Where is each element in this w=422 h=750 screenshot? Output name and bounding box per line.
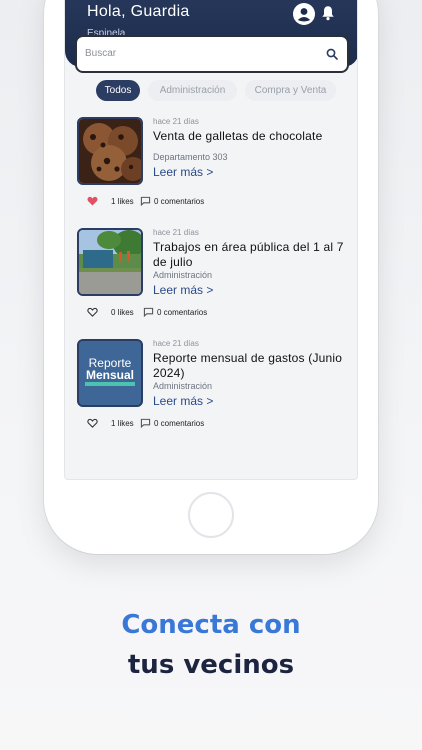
post-title[interactable]: Venta de galletas de chocolate	[153, 129, 347, 144]
comment-icon[interactable]	[140, 196, 151, 206]
filter-chip-todos[interactable]: Todos	[96, 80, 140, 101]
search-icon[interactable]	[326, 48, 338, 60]
comment-icon[interactable]	[140, 418, 151, 428]
heart-filled-icon[interactable]	[87, 196, 98, 206]
post-reactions: 1 likes 0 comentarios	[87, 196, 247, 208]
home-button[interactable]	[188, 492, 234, 538]
post-title[interactable]: Trabajos en área pública del 1 al 7 de j…	[153, 240, 347, 270]
post-category: Departamento 303	[153, 152, 228, 162]
image-text-mensual: Mensual	[86, 368, 134, 382]
notification-bell-icon[interactable]	[321, 5, 337, 23]
post-category: Administración	[153, 381, 213, 391]
post-image-public-area	[77, 228, 143, 296]
phone-frame: Hola, Guardia Espinela Buscar Todos Admi…	[44, 0, 378, 554]
search-placeholder: Buscar	[85, 48, 117, 59]
comments-count: 0 comentarios	[154, 419, 205, 428]
read-more-link[interactable]: Leer más >	[153, 283, 213, 297]
likes-count: 1 likes	[111, 197, 134, 206]
post-card[interactable]: hace 21 días Trabajos en área pública de…	[77, 228, 347, 338]
search-input[interactable]: Buscar	[75, 35, 349, 73]
post-title[interactable]: Reporte mensual de gastos (Junio 2024)	[153, 351, 347, 381]
filter-chip-compra-venta[interactable]: Compra y Venta	[245, 80, 336, 101]
post-image-reporte-mensual: Reporte Mensual	[77, 339, 143, 407]
likes-count: 1 likes	[111, 419, 134, 428]
filter-chip-administracion[interactable]: Administración	[148, 80, 237, 101]
tagline-line2: tus vecinos	[127, 650, 295, 680]
post-reactions: 0 likes 0 comentarios	[87, 307, 247, 319]
comments-count: 0 comentarios	[157, 308, 208, 317]
read-more-link[interactable]: Leer más >	[153, 394, 213, 408]
app-screen: Hola, Guardia Espinela Buscar Todos Admi…	[64, 0, 358, 480]
comments-count: 0 comentarios	[154, 197, 205, 206]
heart-outline-icon[interactable]	[87, 418, 98, 428]
tagline-line1: Conecta con	[121, 610, 301, 640]
filter-chips: Todos Administración Compra y Venta	[65, 80, 357, 102]
post-card[interactable]: hace 21 días Venta de galletas de chocol…	[77, 117, 347, 227]
post-reactions: 1 likes 0 comentarios	[87, 418, 247, 430]
post-card[interactable]: Reporte Mensual hace 21 días Reporte men…	[77, 339, 347, 449]
post-time: hace 21 días	[153, 339, 199, 348]
read-more-link[interactable]: Leer más >	[153, 165, 213, 179]
heart-outline-icon[interactable]	[87, 307, 98, 317]
comment-icon[interactable]	[143, 307, 154, 317]
post-time: hace 21 días	[153, 117, 199, 126]
post-image-cookies	[77, 117, 143, 185]
post-category: Administración	[153, 270, 213, 280]
likes-count: 0 likes	[111, 308, 134, 317]
post-time: hace 21 días	[153, 228, 199, 237]
profile-icon[interactable]	[293, 3, 315, 25]
greeting-text: Hola, Guardia	[87, 3, 190, 20]
